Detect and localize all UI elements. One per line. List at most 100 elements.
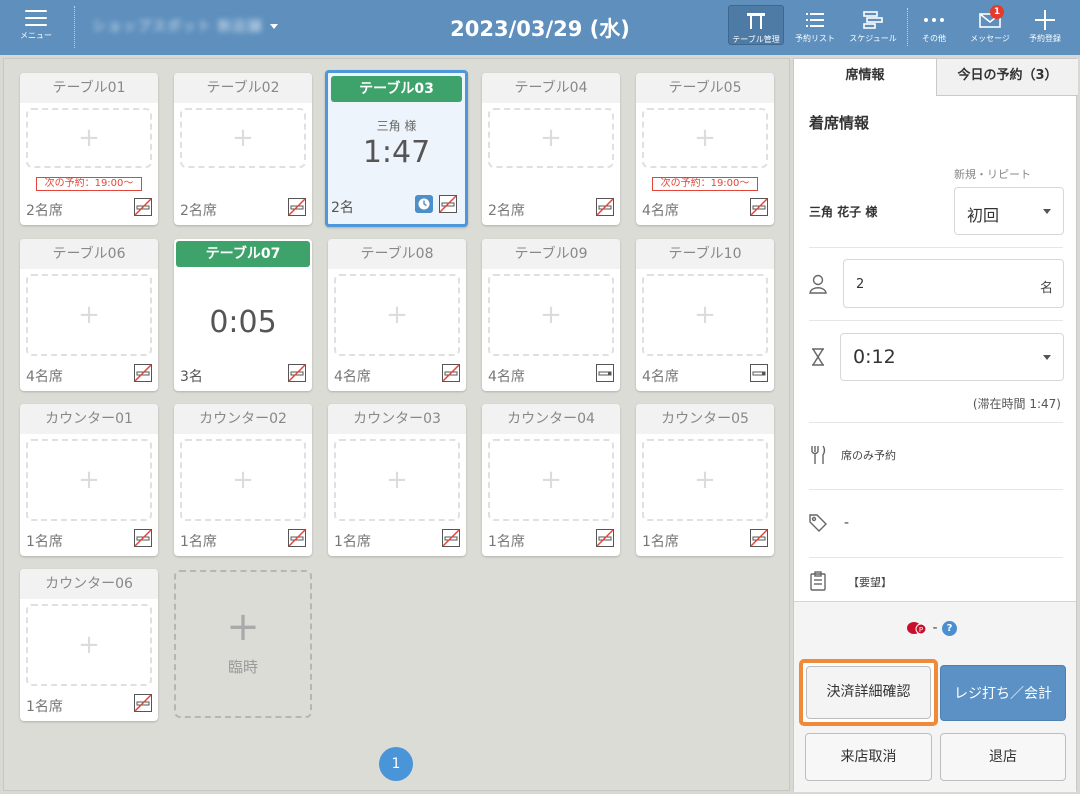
empty-slot[interactable]: + xyxy=(26,274,152,356)
cutlery-icon xyxy=(811,445,826,464)
table-card[interactable]: テーブル04 + 2名席 xyxy=(482,73,620,225)
duration-select[interactable]: 0:12 xyxy=(840,333,1064,381)
divider xyxy=(907,8,908,46)
store-selector[interactable]: ショップスポット 新店舗 xyxy=(92,14,279,38)
tool-schedule[interactable]: スケジュール xyxy=(843,5,903,45)
confirm-highlight: 決済詳細確認 xyxy=(799,659,938,726)
schedule-icon xyxy=(843,7,903,33)
no-smoking-icon xyxy=(439,195,457,213)
tool-label: メッセージ xyxy=(970,34,1010,43)
plus-icon: + xyxy=(78,300,100,330)
tool-table-manage[interactable]: テーブル管理 xyxy=(728,5,784,45)
empty-slot[interactable]: + xyxy=(26,439,152,521)
empty-slot[interactable]: + xyxy=(26,604,152,686)
leave-button[interactable]: 退店 xyxy=(940,733,1066,781)
plus-icon: + xyxy=(694,123,716,153)
table-name: テーブル07 xyxy=(176,241,310,267)
empty-slot[interactable]: + xyxy=(488,274,614,356)
caret-down-icon xyxy=(1043,209,1051,214)
top-bar: メニュー ショップスポット 新店舗 2023/03/29 (水) テーブル管理 … xyxy=(0,0,1080,55)
person-icon xyxy=(809,274,827,294)
table-card[interactable]: カウンター05 + 1名席 xyxy=(636,404,774,556)
message-badge: 1 xyxy=(990,5,1004,19)
menu-label: メニュー xyxy=(20,31,52,40)
table-card[interactable]: カウンター04 + 1名席 xyxy=(482,404,620,556)
table-card[interactable]: カウンター01 + 1名席 xyxy=(20,404,158,556)
tool-new-reservation[interactable]: 予約登録 xyxy=(1022,5,1068,45)
tool-reservation-list[interactable]: 予約リスト xyxy=(790,5,840,45)
party-size-value: 2 xyxy=(856,277,865,292)
tool-label: テーブル管理 xyxy=(732,35,780,44)
plus-icon: + xyxy=(540,123,562,153)
tool-message[interactable]: 1 メッセージ xyxy=(962,5,1018,45)
seat-info-panel: 席情報 今日の予約（3） 着席情報 新規・リピート 三角 花子 様 初回 2 名… xyxy=(793,58,1078,792)
divider xyxy=(74,6,75,48)
table-card[interactable]: テーブル07 0:05 3名 xyxy=(174,239,312,391)
tab-today-reservations[interactable]: 今日の予約（3） xyxy=(936,59,1078,96)
request-note: 【要望】 xyxy=(848,576,892,589)
menu-button[interactable]: メニュー xyxy=(10,6,62,50)
current-date[interactable]: 2023/03/29 (水) xyxy=(380,13,700,43)
table-name: テーブル01 xyxy=(20,73,158,103)
table-name: カウンター04 xyxy=(482,404,620,434)
floor-map: テーブル01 + 次の予約：19:00〜 2名席 テーブル02 + 2名席 テー… xyxy=(3,58,790,791)
table-card[interactable]: テーブル09 + 4名席 xyxy=(482,239,620,391)
seat-count: 4名席 xyxy=(642,203,679,219)
empty-slot[interactable]: + xyxy=(180,108,306,168)
cancel-visit-button[interactable]: 来店取消 xyxy=(805,733,932,781)
tool-label: スケジュール xyxy=(849,34,897,43)
empty-slot[interactable]: + xyxy=(488,439,614,521)
seat-count: 1名席 xyxy=(26,534,63,550)
plus-icon: + xyxy=(78,630,100,660)
stay-time: (滞在時間 1:47) xyxy=(972,397,1061,411)
empty-slot[interactable]: + xyxy=(26,108,152,168)
table-name: カウンター03 xyxy=(328,404,466,434)
divider xyxy=(809,489,1063,490)
repeat-select[interactable]: 初回 xyxy=(954,187,1064,235)
empty-slot[interactable]: + xyxy=(642,274,768,356)
plus-icon: + xyxy=(232,465,254,495)
help-icon[interactable]: ? xyxy=(941,620,957,636)
table-name: テーブル03 xyxy=(331,76,462,102)
empty-slot[interactable]: + xyxy=(488,108,614,168)
empty-slot[interactable]: + xyxy=(180,439,306,521)
add-temporary-table[interactable]: + 臨時 xyxy=(174,570,312,718)
table-card[interactable]: カウンター03 + 1名席 xyxy=(328,404,466,556)
seat-count: 2名 xyxy=(331,200,354,216)
point-card-icon: P xyxy=(907,622,927,635)
no-smoking-icon xyxy=(134,198,152,216)
no-smoking-icon xyxy=(442,529,460,547)
empty-slot[interactable]: + xyxy=(334,439,460,521)
table-card[interactable]: カウンター02 + 1名席 xyxy=(174,404,312,556)
tool-label: その他 xyxy=(922,34,946,43)
seat-count: 4名席 xyxy=(488,369,525,385)
table-card[interactable]: テーブル05 + 次の予約：19:00〜 4名席 xyxy=(636,73,774,225)
payment-detail-button[interactable]: 決済詳細確認 xyxy=(806,666,931,719)
table-card[interactable]: テーブル10 + 4名席 xyxy=(636,239,774,391)
table-card[interactable]: テーブル08 + 4名席 xyxy=(328,239,466,391)
register-checkout-button[interactable]: レジ打ち／会計 xyxy=(940,665,1066,721)
party-size-input[interactable]: 2 名 xyxy=(843,259,1064,308)
table-card-selected[interactable]: テーブル03 三角 様 1:47 2名 xyxy=(325,70,468,227)
page-indicator[interactable]: 1 xyxy=(379,747,413,781)
tool-more[interactable]: その他 xyxy=(912,5,956,45)
seat-count: 4名席 xyxy=(334,369,371,385)
svg-text:P: P xyxy=(919,626,923,634)
seat-count: 2名席 xyxy=(180,203,217,219)
table-card[interactable]: テーブル01 + 次の予約：19:00〜 2名席 xyxy=(20,73,158,225)
plus-icon: + xyxy=(78,123,100,153)
empty-slot[interactable]: + xyxy=(642,439,768,521)
empty-slot[interactable]: + xyxy=(642,108,768,168)
table-name: カウンター06 xyxy=(20,569,158,599)
table-card[interactable]: テーブル02 + 2名席 xyxy=(174,73,312,225)
reservation-type: 席のみ予約 xyxy=(841,449,896,462)
empty-slot[interactable]: + xyxy=(334,274,460,356)
table-card[interactable]: カウンター06 + 1名席 xyxy=(20,569,158,721)
table-card[interactable]: テーブル06 + 4名席 xyxy=(20,239,158,391)
tab-seat-info[interactable]: 席情報 xyxy=(794,59,936,96)
plus-icon: + xyxy=(540,465,562,495)
no-smoking-icon xyxy=(134,694,152,712)
clipboard-icon xyxy=(810,571,826,591)
caret-down-icon xyxy=(270,23,279,29)
seat-count: 4名席 xyxy=(642,369,679,385)
